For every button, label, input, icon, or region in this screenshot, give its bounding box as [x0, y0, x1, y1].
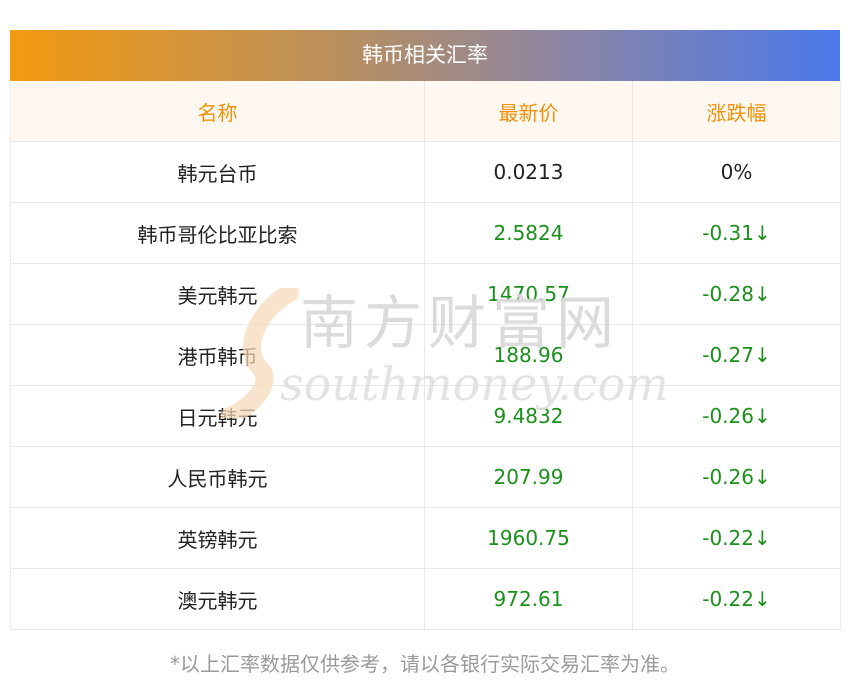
change-percent: -0.26↓: [632, 385, 841, 447]
column-header-change: 涨跌幅: [632, 81, 841, 142]
rate-table: 名称 最新价 涨跌幅 韩元台币 0.0213 0% 韩币哥伦比亚比索 2.5824 -0.…: [10, 81, 841, 630]
currency-pair-name: 韩币哥伦比亚比索: [10, 202, 425, 264]
currency-pair-name: 日元韩元: [10, 385, 425, 447]
table-row: 人民币韩元 207.99 -0.26↓: [10, 446, 841, 508]
change-percent: -0.28↓: [632, 263, 841, 325]
latest-price: 0.0213: [424, 141, 633, 203]
currency-pair-name: 人民币韩元: [10, 446, 425, 508]
latest-price: 2.5824: [424, 202, 633, 264]
column-header-name: 名称: [10, 81, 425, 142]
currency-pair-name: 英镑韩元: [10, 507, 425, 569]
latest-price: 972.61: [424, 568, 633, 630]
change-percent: -0.27↓: [632, 324, 841, 386]
change-percent: -0.26↓: [632, 446, 841, 508]
table-row: 韩元台币 0.0213 0%: [10, 141, 841, 203]
table-row: 澳元韩元 972.61 -0.22↓: [10, 568, 841, 630]
column-header-price: 最新价: [424, 81, 633, 142]
change-percent: -0.22↓: [632, 507, 841, 569]
disclaimer-note: *以上汇率数据仅供参考，请以各银行实际交易汇率为准。: [170, 652, 680, 676]
currency-pair-name: 美元韩元: [10, 263, 425, 325]
table-row: 英镑韩元 1960.75 -0.22↓: [10, 507, 841, 569]
table-row: 港币韩币 188.96 -0.27↓: [10, 324, 841, 386]
table-header-row: 名称 最新价 涨跌幅: [10, 81, 841, 142]
latest-price: 1960.75: [424, 507, 633, 569]
currency-pair-name: 韩元台币: [10, 141, 425, 203]
currency-pair-name: 澳元韩元: [10, 568, 425, 630]
table-row: 韩币哥伦比亚比索 2.5824 -0.31↓: [10, 202, 841, 264]
change-percent: -0.22↓: [632, 568, 841, 630]
panel-title: 韩币相关汇率: [10, 30, 840, 81]
latest-price: 188.96: [424, 324, 633, 386]
exchange-rate-panel: 韩币相关汇率 名称 最新价 涨跌幅 韩元台币 0.0213 0% 韩币哥伦比亚比索 2.…: [10, 30, 841, 630]
table-row: 美元韩元 1470.57 -0.28↓: [10, 263, 841, 325]
latest-price: 9.4832: [424, 385, 633, 447]
change-percent: 0%: [632, 141, 841, 203]
currency-pair-name: 港币韩币: [10, 324, 425, 386]
table-row: 日元韩元 9.4832 -0.26↓: [10, 385, 841, 447]
latest-price: 207.99: [424, 446, 633, 508]
change-percent: -0.31↓: [632, 202, 841, 264]
latest-price: 1470.57: [424, 263, 633, 325]
